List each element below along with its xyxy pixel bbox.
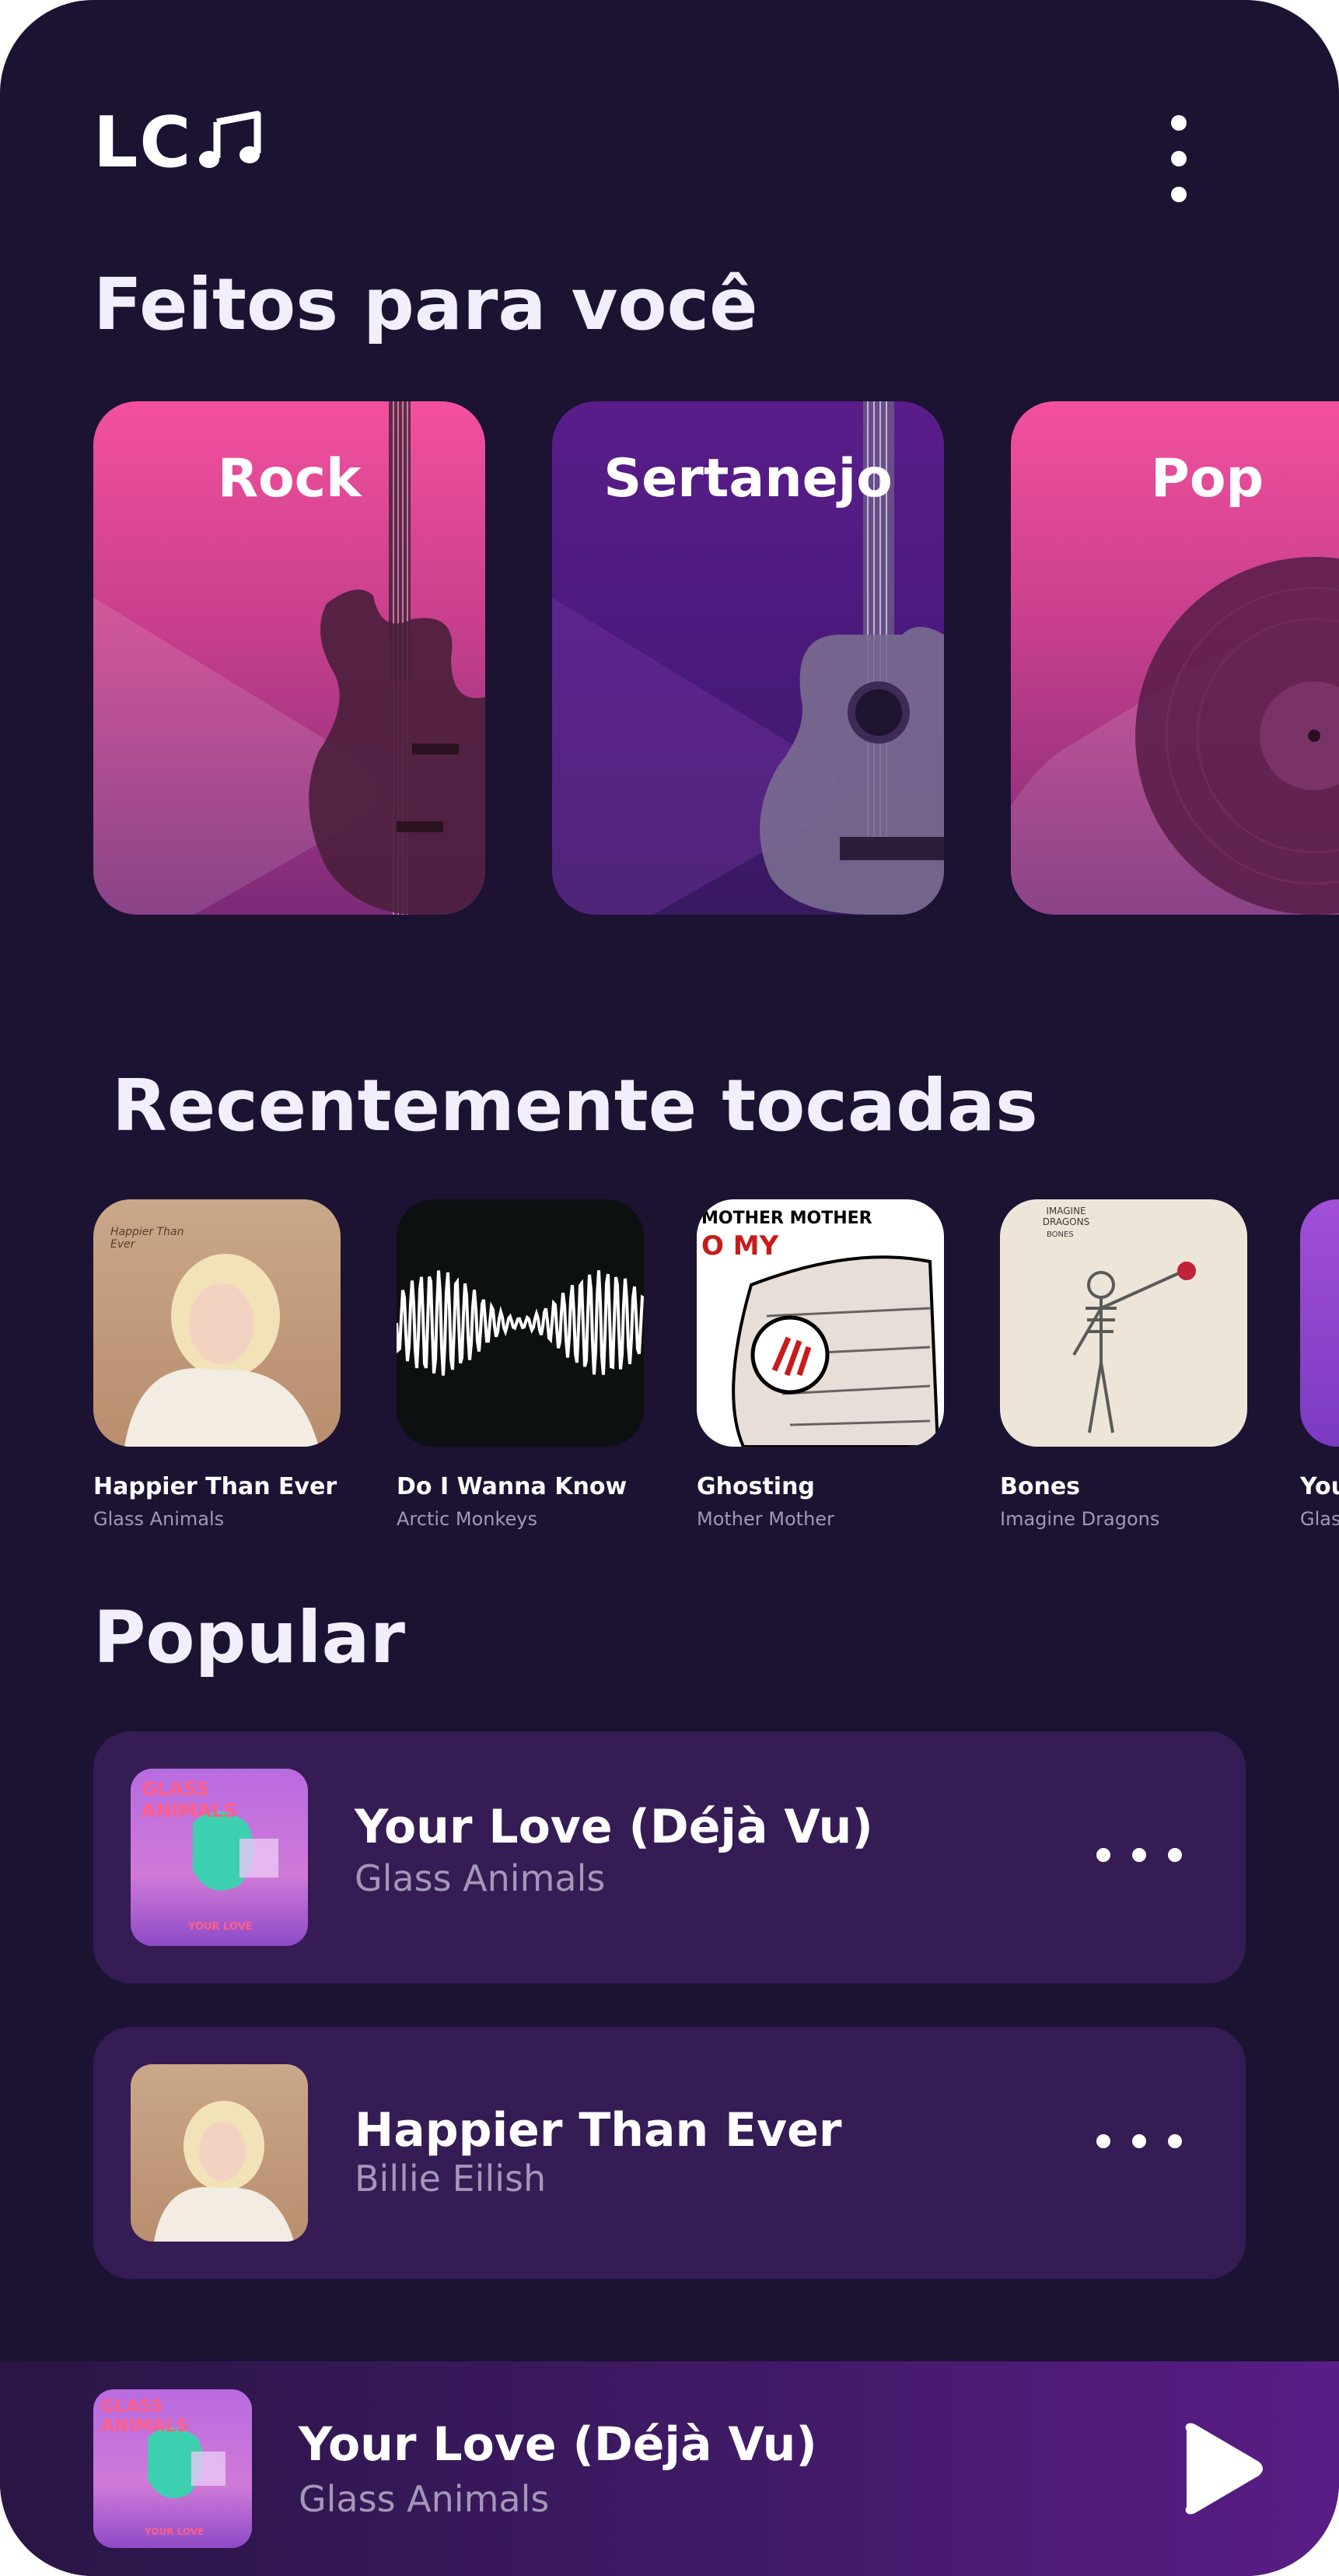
section-title-recently-played: Recentemente tocadas	[112, 1064, 1038, 1147]
recent-artist: Imagine Dragons	[1000, 1508, 1160, 1530]
album-cover: MOTHER MOTHER O MY	[697, 1199, 944, 1447]
recent-item[interactable]: MOTHER MOTHER O MY Ghosting Mother Mothe…	[697, 1199, 944, 1530]
album-cover: GLASS ANIMALS YOUR LOVE	[131, 1769, 308, 1946]
popular-artist: Billie Eilish	[355, 2158, 547, 2200]
recent-artist: Arctic Monkeys	[397, 1508, 537, 1530]
recent-item[interactable]: IMAGINE DRAGONS BONES Bones Imagine Drag…	[1000, 1199, 1247, 1530]
player-artist: Glass Animals	[299, 2478, 550, 2520]
album-cover: GLASS ANIMALS YOUR LOVE	[93, 2389, 252, 2548]
app-screen: LC Feitos para você Rock Sertanejo Pop R…	[0, 0, 1339, 2576]
popular-title: Your Love (Déjà Vu)	[355, 1800, 873, 1854]
cover-text: BONES	[1047, 1230, 1074, 1239]
recent-title: Ghosting	[697, 1473, 815, 1500]
genre-card-sertanejo[interactable]: Sertanejo	[552, 401, 944, 915]
cover-text: O MY	[701, 1230, 779, 1262]
cover-text: Happier Than Ever	[110, 1226, 184, 1251]
recent-title: You	[1300, 1473, 1339, 1500]
vinyl-record-image	[1135, 557, 1339, 915]
genre-card-pop[interactable]: Pop	[1011, 401, 1339, 915]
menu-button[interactable]	[1155, 109, 1202, 210]
popular-artist: Glass Animals	[355, 1857, 606, 1899]
popular-title: Happier Than Ever	[355, 2103, 842, 2158]
genre-label: Rock	[217, 448, 362, 509]
cover-text: GLASS ANIMALS	[142, 1778, 237, 1822]
logo-text: LC	[93, 101, 193, 184]
recent-title: Do I Wanna Know	[397, 1473, 628, 1500]
now-playing-bar[interactable]: GLASS ANIMALS YOUR LOVE Your Love (Déjà …	[0, 2361, 1339, 2576]
section-title-made-for-you: Feitos para você	[93, 263, 758, 346]
app-logo[interactable]: LC	[93, 100, 264, 185]
recent-item[interactable]: Happier Than Ever Happier Than Ever Glas…	[93, 1199, 341, 1530]
album-cover	[1300, 1199, 1339, 1447]
album-cover	[397, 1199, 644, 1447]
recent-item[interactable]: You Glas	[1300, 1199, 1339, 1530]
recent-title: Bones	[1000, 1473, 1081, 1500]
sound-wave-art	[397, 1270, 644, 1376]
player-title: Your Love (Déjà Vu)	[299, 2417, 817, 2472]
more-options-button[interactable]	[1096, 1840, 1197, 1871]
popular-row[interactable]: Happier Than Ever Billie Eilish	[93, 2027, 1246, 2279]
genre-label: Sertanejo	[603, 448, 893, 509]
skeleton-art	[1072, 1262, 1196, 1433]
cover-text: MOTHER MOTHER	[701, 1209, 872, 1228]
recent-artist: Glass Animals	[93, 1508, 225, 1530]
cover-text: YOUR LOVE	[188, 1921, 253, 1933]
recent-item[interactable]: Do I Wanna Know Arctic Monkeys	[397, 1199, 644, 1530]
music-note-icon	[198, 108, 264, 177]
cover-text: YOUR LOVE	[145, 2526, 205, 2537]
recent-artist: Mother Mother	[697, 1508, 834, 1530]
recent-title: Happier Than Ever	[93, 1473, 337, 1500]
section-title-popular: Popular	[93, 1596, 405, 1679]
recent-artist: Glas	[1300, 1508, 1339, 1530]
more-options-button[interactable]	[1096, 2126, 1197, 2158]
popular-row[interactable]: GLASS ANIMALS YOUR LOVE Your Love (Déjà …	[93, 1731, 1246, 1983]
play-button[interactable]	[1179, 2422, 1264, 2515]
genre-card-rock[interactable]: Rock	[93, 401, 485, 915]
album-cover: IMAGINE DRAGONS BONES	[1000, 1199, 1247, 1447]
genre-label: Pop	[1151, 448, 1264, 509]
cover-text: GLASS ANIMALS	[101, 2397, 189, 2436]
album-cover	[131, 2064, 308, 2242]
play-icon	[1185, 2423, 1263, 2515]
cover-text: IMAGINE DRAGONS	[1042, 1206, 1090, 1227]
album-cover: Happier Than Ever	[93, 1199, 341, 1447]
